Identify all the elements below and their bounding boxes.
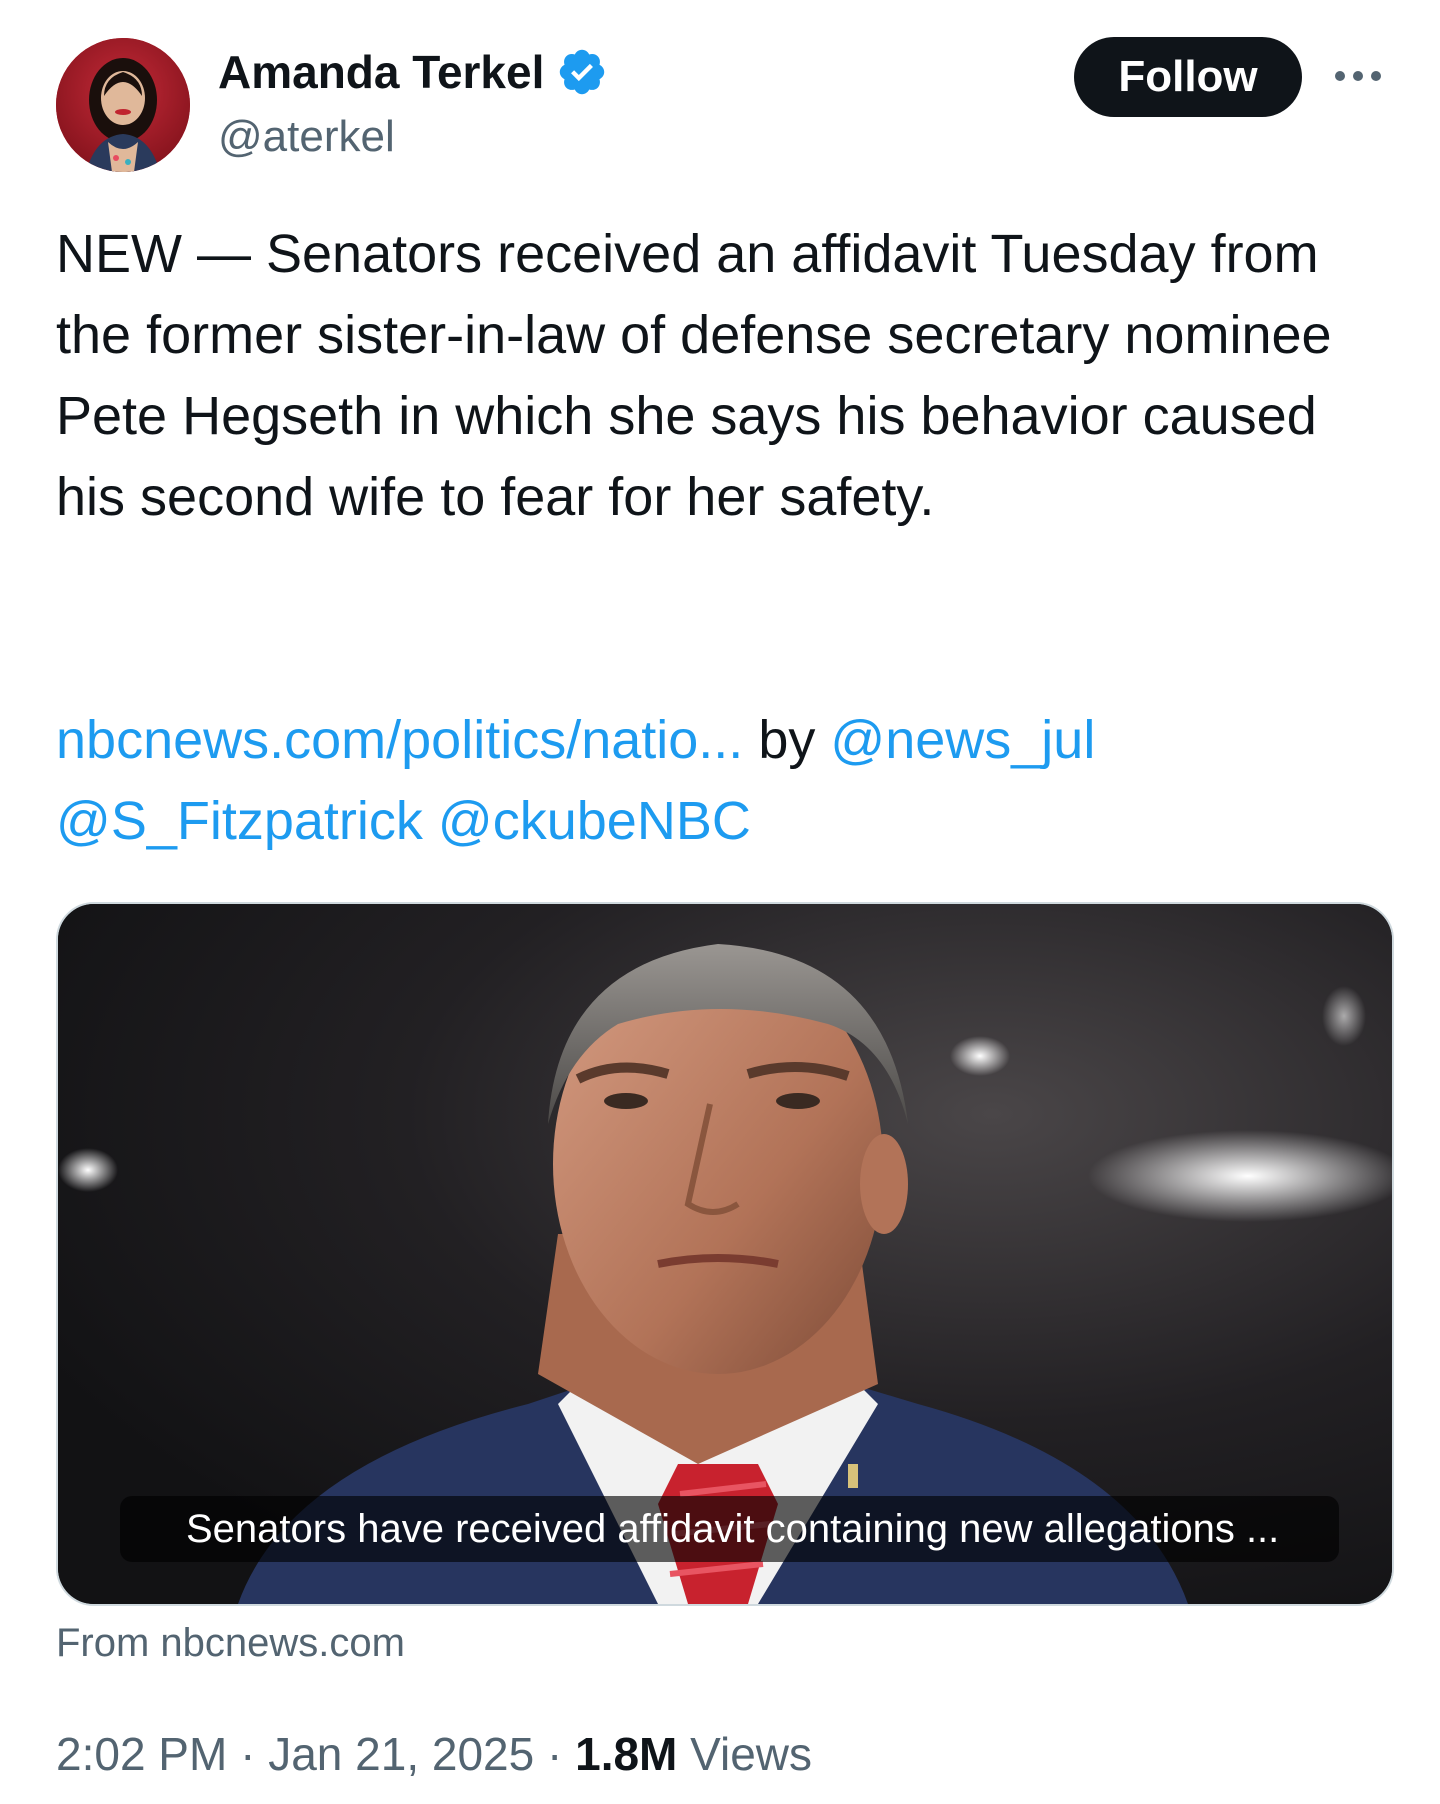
- by-text: by: [743, 710, 831, 770]
- tweet-header: Amanda Terkel @aterkel Follow: [0, 0, 1440, 190]
- author-avatar[interactable]: [56, 38, 190, 172]
- tweet-body: NEW — Senators received an affidavit Tue…: [56, 214, 1386, 538]
- mention-news-jul[interactable]: @news_jul: [830, 710, 1095, 770]
- tweet-date[interactable]: Jan 21, 2025: [268, 1728, 534, 1780]
- verified-badge-icon: [556, 46, 608, 98]
- views-label: Views: [677, 1728, 813, 1780]
- mention-s-fitzpatrick[interactable]: @S_Fitzpatrick: [56, 791, 423, 851]
- tweet-links: nbcnews.com/politics/natio... by @news_j…: [56, 700, 1386, 862]
- tweet-text: NEW — Senators received an affidavit Tue…: [56, 224, 1332, 527]
- author-handle[interactable]: @aterkel: [218, 110, 395, 164]
- author-name-row: Amanda Terkel: [218, 44, 608, 100]
- follow-button[interactable]: Follow: [1074, 37, 1302, 117]
- mention-ckubenbc[interactable]: @ckubeNBC: [438, 791, 751, 851]
- tweet-time[interactable]: 2:02 PM: [56, 1728, 227, 1780]
- author-display-name[interactable]: Amanda Terkel: [218, 44, 544, 100]
- views-count[interactable]: 1.8M: [575, 1728, 677, 1780]
- card-source[interactable]: From nbcnews.com: [56, 1616, 405, 1670]
- tweet-meta: 2:02 PM · Jan 21, 2025 · 1.8M Views: [56, 1724, 812, 1784]
- more-options-icon[interactable]: [1328, 56, 1388, 96]
- card-caption: Senators have received affidavit contain…: [120, 1496, 1340, 1562]
- meta-separator: ·: [534, 1728, 576, 1780]
- link-preview-card[interactable]: Senators have received affidavit contain…: [56, 902, 1394, 1606]
- meta-separator: ·: [227, 1728, 269, 1780]
- article-link[interactable]: nbcnews.com/politics/natio...: [56, 710, 743, 770]
